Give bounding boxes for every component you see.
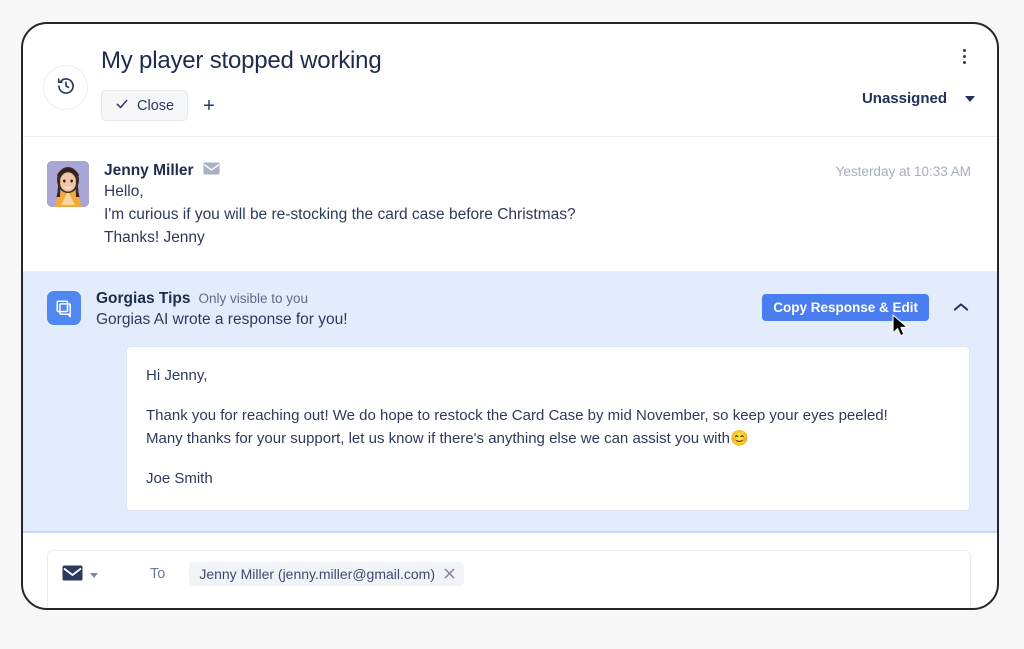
- response-spacer: [146, 387, 949, 404]
- gorgias-tips-panel: Gorgias Tips Only visible to you Gorgias…: [23, 272, 997, 533]
- envelope-icon: [62, 565, 83, 586]
- reply-composer: To Jenny Miller (jenny.miller@gmail.com): [23, 533, 997, 608]
- collapse-tips-button[interactable]: [951, 298, 971, 317]
- sender-name: Jenny Miller: [104, 162, 194, 179]
- chevron-up-icon: [953, 300, 969, 315]
- mouse-cursor-icon: [892, 314, 912, 341]
- message-line: Thanks! Jenny: [104, 229, 205, 246]
- response-spacer: [146, 450, 949, 467]
- composer-box[interactable]: To Jenny Miller (jenny.miller@gmail.com): [47, 550, 971, 608]
- history-button[interactable]: [43, 65, 88, 110]
- copy-response-button[interactable]: Copy Response & Edit: [762, 294, 929, 337]
- chevron-down-icon: [90, 573, 98, 578]
- to-label: To: [150, 566, 166, 582]
- header-actions: Close +: [101, 90, 221, 121]
- assignee-label: Unassigned: [861, 90, 947, 107]
- close-x-icon: [444, 567, 455, 582]
- ticket-card: My player stopped working Close + Unassi…: [21, 22, 999, 610]
- response-body-line: Many thanks for your support, let us kno…: [146, 430, 749, 447]
- check-icon: [115, 97, 129, 115]
- ai-response-card[interactable]: Hi Jenny, Thank you for reaching out! We…: [126, 346, 970, 511]
- customer-message: Jenny Miller Hello, I'm curious if you w…: [23, 137, 997, 272]
- tips-actions: Copy Response & Edit: [762, 294, 971, 337]
- response-signature: Joe Smith: [146, 470, 213, 487]
- add-macro-button[interactable]: +: [197, 94, 221, 118]
- more-options-icon[interactable]: [957, 45, 972, 68]
- tips-visibility-label: Only visible to you: [198, 291, 309, 306]
- response-greeting: Hi Jenny,: [146, 367, 208, 384]
- remove-recipient-button[interactable]: [444, 567, 455, 582]
- close-button-label: Close: [137, 97, 175, 114]
- message-line: Hello,: [104, 183, 144, 200]
- message-timestamp: Yesterday at 10:33 AM: [835, 164, 971, 179]
- tips-title: Gorgias Tips: [96, 290, 191, 307]
- channel-select[interactable]: [62, 563, 98, 586]
- chevron-down-icon: [965, 95, 975, 102]
- message-line: I'm curious if you will be re-stocking t…: [104, 206, 576, 223]
- ticket-header: My player stopped working Close + Unassi…: [23, 24, 997, 137]
- assignee-dropdown[interactable]: Unassigned: [862, 90, 975, 107]
- close-ticket-button[interactable]: Close: [101, 90, 189, 121]
- copy-duplicate-icon: [47, 291, 81, 325]
- recipient-chip[interactable]: Jenny Miller (jenny.miller@gmail.com): [189, 562, 464, 586]
- avatar: [47, 161, 89, 207]
- history-clock-icon: [56, 76, 76, 99]
- copy-response-label: Copy Response & Edit: [773, 300, 918, 315]
- envelope-icon: [203, 162, 220, 180]
- response-body-line: Thank you for reaching out! We do hope t…: [146, 407, 888, 424]
- page-title: My player stopped working: [101, 47, 382, 74]
- recipient-name: Jenny Miller (jenny.miller@gmail.com): [199, 566, 435, 582]
